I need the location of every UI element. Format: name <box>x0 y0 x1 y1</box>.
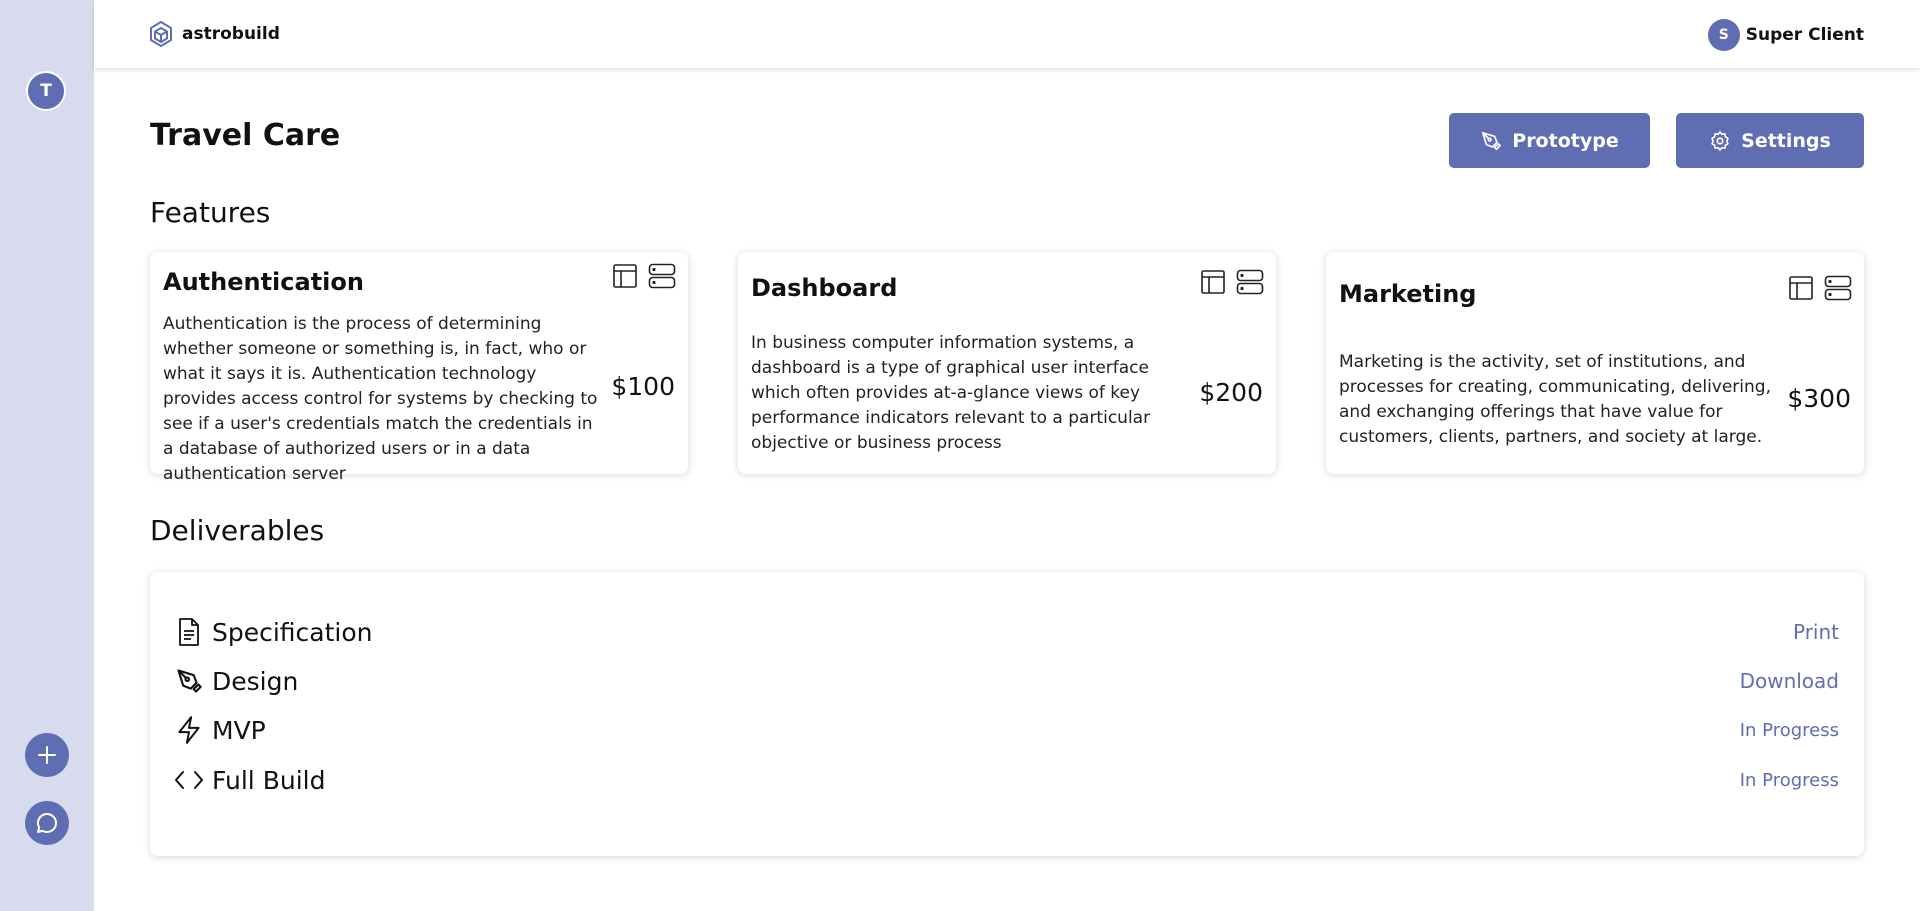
feature-title: Authentication <box>163 268 364 296</box>
deliverable-label: Specification <box>212 617 373 647</box>
layout-icon[interactable] <box>612 263 638 289</box>
project-avatar[interactable]: T <box>26 71 66 111</box>
logo[interactable]: astrobuild <box>148 20 280 48</box>
feature-description: Marketing is the activity, set of instit… <box>1339 352 1771 447</box>
feature-icons <box>1200 269 1264 295</box>
feature-card-authentication[interactable]: Authentication Authentication is the pro… <box>150 252 688 484</box>
settings-button[interactable]: Settings <box>1676 113 1864 168</box>
add-project-button[interactable] <box>25 733 69 777</box>
feature-card-dashboard[interactable]: Dashboard In business computer informati… <box>738 252 1276 474</box>
chat-bubble-icon <box>37 813 58 833</box>
deliverable-row-design: Design Download <box>174 661 1839 701</box>
features-heading: Features <box>150 196 271 229</box>
print-link[interactable]: Print <box>1793 620 1839 644</box>
server-icon[interactable] <box>1236 269 1264 295</box>
feature-title: Dashboard <box>751 274 898 302</box>
server-icon[interactable] <box>1824 275 1852 301</box>
cube-logo-icon <box>150 21 172 47</box>
server-icon[interactable] <box>648 263 676 289</box>
logo-text: astrobuild <box>182 24 280 44</box>
user-avatar: S <box>1707 19 1740 51</box>
code-icon <box>174 768 204 792</box>
deliverable-label: MVP <box>212 715 266 745</box>
lightning-icon <box>174 715 204 745</box>
pen-tool-icon <box>1482 131 1502 150</box>
deliverable-row-mvp: MVP In Progress <box>174 710 1839 750</box>
layout-icon[interactable] <box>1788 275 1814 301</box>
gear-icon <box>1711 130 1729 151</box>
feature-icons <box>1788 275 1852 301</box>
prototype-label: Prototype <box>1512 129 1619 152</box>
download-link[interactable]: Download <box>1740 669 1839 693</box>
prototype-button[interactable]: Prototype <box>1449 113 1650 168</box>
feature-price: $300 <box>1787 384 1851 413</box>
top-bar: astrobuild S Super Client <box>94 0 1920 68</box>
status-text: In Progress <box>1739 719 1839 741</box>
deliverables-panel: Specification Print Design Download MVP … <box>150 572 1864 856</box>
user-name: Super Client <box>1745 25 1864 45</box>
document-icon <box>174 617 204 647</box>
page-title: Travel Care <box>150 118 341 153</box>
feature-icons <box>612 263 676 289</box>
deliverables-heading: Deliverables <box>150 514 325 547</box>
deliverable-label: Full Build <box>212 765 326 795</box>
user-menu[interactable]: S Super Client <box>1707 19 1864 51</box>
feature-title: Marketing <box>1339 280 1477 308</box>
feature-card-marketing[interactable]: Marketing Marketing is the activity, set… <box>1326 252 1864 474</box>
deliverable-row-specification: Specification Print <box>174 612 1839 652</box>
settings-label: Settings <box>1741 129 1831 152</box>
status-text: In Progress <box>1739 769 1839 791</box>
plus-icon <box>38 746 56 764</box>
feature-description: In business computer information systems… <box>751 333 1151 453</box>
chat-button[interactable] <box>25 801 69 845</box>
feature-description: Authentication is the process of determi… <box>163 314 598 484</box>
feature-price: $100 <box>611 372 675 401</box>
pen-tool-icon <box>174 667 204 695</box>
layout-icon[interactable] <box>1200 269 1226 295</box>
deliverable-row-full-build: Full Build In Progress <box>174 760 1839 800</box>
deliverable-label: Design <box>212 666 299 696</box>
sidebar: T <box>0 0 94 911</box>
feature-price: $200 <box>1199 378 1263 407</box>
